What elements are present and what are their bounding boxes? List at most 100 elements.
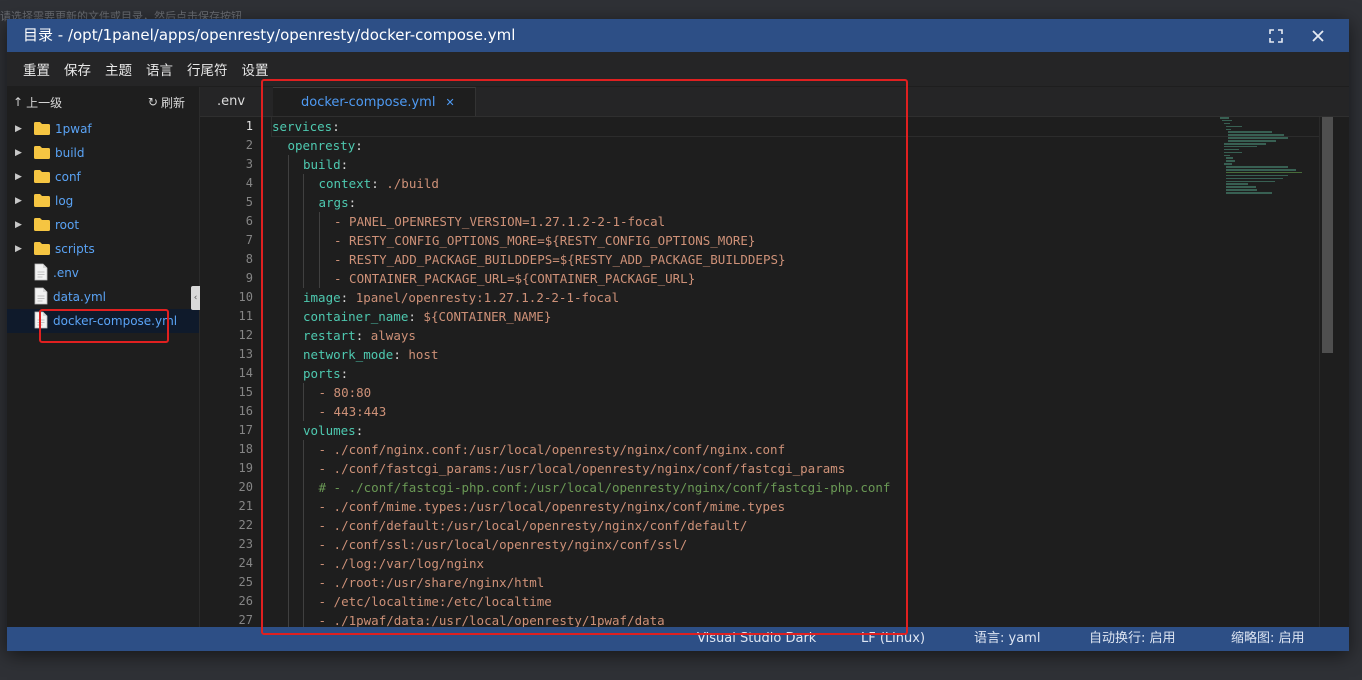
chevron-right-icon[interactable]: ▶ (15, 244, 23, 254)
indent-guide (287, 497, 304, 516)
vertical-scrollbar[interactable] (1319, 117, 1334, 627)
code-line[interactable]: - RESTY_ADD_PACKAGE_BUILDDEPS=${RESTY_AD… (272, 250, 1334, 269)
line-number: 16 (238, 404, 253, 418)
code-line[interactable]: restart: always (272, 326, 1334, 345)
code-line[interactable]: - ./conf/default:/usr/local/openresty/ng… (272, 516, 1334, 535)
indent-guide (287, 478, 304, 497)
minimap-line (1228, 134, 1284, 136)
indent-guide (287, 345, 304, 364)
menu-eol[interactable]: 行尾符 (187, 59, 228, 79)
indent-guide (303, 611, 319, 627)
indent-guide (303, 193, 319, 212)
code-line[interactable]: # - ./conf/fastcgi-php.conf:/usr/local/o… (272, 478, 1334, 497)
tab-close-icon[interactable]: ✕ (445, 96, 454, 109)
tree-item-build[interactable]: ▶ build (7, 141, 199, 165)
dialog-title: 目录 - /opt/1panel/apps/openresty/openrest… (23, 26, 516, 44)
code-line[interactable]: - ./conf/mime.types:/usr/local/openresty… (272, 497, 1334, 516)
indent-guide (303, 573, 319, 592)
yaml-value: always (370, 328, 416, 343)
file-icon (33, 263, 49, 284)
code-line[interactable]: - ./conf/ssl:/usr/local/openresty/nginx/… (272, 535, 1334, 554)
yaml-value: - CONTAINER_PACKAGE_URL=${CONTAINER_PACK… (334, 271, 696, 286)
chevron-right-icon[interactable]: ▶ (15, 124, 23, 134)
code-line[interactable]: ports: (272, 364, 1334, 383)
indent-guide (287, 573, 304, 592)
code-line[interactable]: - 80:80 (272, 383, 1334, 402)
up-level-button[interactable]: ↑ 上一级 (13, 94, 62, 111)
tree-item-log[interactable]: ▶ log (7, 189, 199, 213)
indent-guide (272, 250, 288, 269)
chevron-right-icon[interactable]: ▶ (15, 196, 23, 206)
indent-guide (318, 212, 335, 231)
code-line[interactable]: - 443:443 (272, 402, 1334, 421)
tree-item-label: conf (55, 170, 81, 184)
indent-guide (287, 326, 304, 345)
tree-item-env[interactable]: .env (7, 261, 199, 285)
tree-item-scripts[interactable]: ▶ scripts (7, 237, 199, 261)
file-editor-dialog: 目录 - /opt/1panel/apps/openresty/openrest… (7, 19, 1349, 651)
status-minimap[interactable]: 缩略图: 启用 (1231, 627, 1305, 651)
menu-settings[interactable]: 设置 (242, 59, 269, 79)
menu-theme[interactable]: 主题 (105, 59, 132, 79)
code-line[interactable]: network_mode: host (272, 345, 1334, 364)
menu-reset[interactable]: 重置 (23, 59, 50, 79)
fullscreen-icon[interactable] (1267, 27, 1285, 45)
yaml-key: restart (303, 328, 356, 343)
code-line[interactable]: - ./log:/var/log/nginx (272, 554, 1334, 573)
menu-save[interactable]: 保存 (64, 59, 91, 79)
chevron-right-icon[interactable]: ▶ (15, 148, 23, 158)
status-word-wrap[interactable]: 自动换行: 启用 (1089, 627, 1176, 651)
collapse-sidebar-handle[interactable]: ‹ (191, 286, 200, 310)
indent-guide (272, 269, 288, 288)
close-icon[interactable] (1309, 27, 1327, 45)
tab-env[interactable]: .env (200, 87, 263, 116)
code-line[interactable]: args: (272, 193, 1334, 212)
status-language[interactable]: 语言: yaml (974, 627, 1040, 651)
chevron-right-icon[interactable]: ▶ (15, 172, 23, 182)
scrollbar-thumb[interactable] (1322, 117, 1333, 353)
line-number: 3 (245, 157, 253, 171)
line-number: 21 (238, 499, 253, 513)
code-line[interactable]: image: 1panel/openresty:1.27.1.2-2-1-foc… (272, 288, 1334, 307)
code-line[interactable]: container_name: ${CONTAINER_NAME} (272, 307, 1334, 326)
refresh-button[interactable]: ↻ 刷新 (148, 94, 185, 111)
chevron-right-icon[interactable]: ▶ (15, 220, 23, 230)
tree-item-root[interactable]: ▶ root (7, 213, 199, 237)
code-editor[interactable]: 1 2 3 4 5 6 7 8 9 10 11 12 13 14 15 16 17 18 19 20 21 22 23 24 2… (200, 117, 1334, 627)
status-eol[interactable]: LF (Linux) (861, 627, 925, 651)
yaml-value: - PANEL_OPENRESTY_VERSION=1.27.1.2-2-1-f… (334, 214, 666, 229)
tree-item-datayml[interactable]: data.yml (7, 285, 199, 309)
tree-item-conf[interactable]: ▶ conf (7, 165, 199, 189)
minimap-line (1226, 160, 1235, 162)
code-line[interactable]: - RESTY_CONFIG_OPTIONS_MORE=${RESTY_CONF… (272, 231, 1334, 250)
code-line[interactable]: - /etc/localtime:/etc/localtime (272, 592, 1334, 611)
tree-item-1pwaf[interactable]: ▶ 1pwaf (7, 117, 199, 141)
indent-guide (303, 440, 319, 459)
menu-language[interactable]: 语言 (146, 59, 173, 79)
indent-guide (272, 611, 288, 627)
indent-guide (272, 326, 288, 345)
code-line[interactable]: - CONTAINER_PACKAGE_URL=${CONTAINER_PACK… (272, 269, 1334, 288)
status-theme[interactable]: Visual Studio Dark (697, 627, 816, 651)
indent-guide (318, 231, 335, 250)
folder-icon (33, 192, 51, 211)
code-line[interactable]: services: (271, 117, 1334, 137)
code-line[interactable]: - ./1pwaf/data:/usr/local/openresty/1pwa… (272, 611, 1334, 627)
code-line[interactable]: context: ./build (272, 174, 1334, 193)
code-line[interactable]: - ./root:/usr/share/nginx/html (272, 573, 1334, 592)
line-number: 8 (245, 252, 253, 266)
line-number: 1 (245, 119, 253, 133)
code-line[interactable]: - ./conf/fastcgi_params:/usr/local/openr… (272, 459, 1334, 478)
code-line[interactable]: build: (272, 155, 1334, 174)
tree-item-docker-composeyml[interactable]: docker-compose.yml (7, 309, 199, 333)
code-area[interactable]: services: openresty: build: context: ./buil… (271, 117, 1334, 627)
yaml-value: - ./log:/var/log/nginx (318, 556, 485, 571)
line-number: 19 (238, 461, 253, 475)
code-line[interactable]: volumes: (272, 421, 1334, 440)
indent-guide (287, 174, 304, 193)
tab-docker-compose[interactable]: docker-compose.yml ✕ (273, 87, 476, 116)
code-line[interactable]: openresty: (272, 136, 1334, 155)
minimap[interactable] (1220, 117, 1320, 194)
code-line[interactable]: - PANEL_OPENRESTY_VERSION=1.27.1.2-2-1-f… (272, 212, 1334, 231)
code-line[interactable]: - ./conf/nginx.conf:/usr/local/openresty… (272, 440, 1334, 459)
